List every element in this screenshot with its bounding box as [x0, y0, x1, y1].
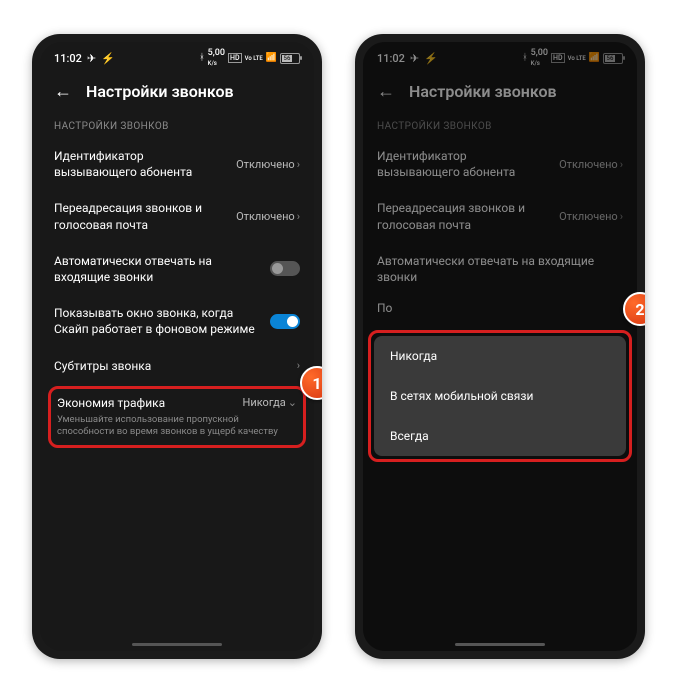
save-data-dropdown: Никогда В сетях мобильной связи Всегда — [374, 336, 626, 456]
option-never[interactable]: Никогда — [374, 336, 626, 376]
volte-icon: Vo LTE — [568, 55, 586, 62]
bluetooth-icon: ᚼ — [522, 53, 527, 63]
battery-icon: 56 — [603, 53, 623, 64]
net-speed: 5,00K/s — [531, 48, 548, 68]
setting-forwarding[interactable]: Переадресация звонков и голосовая почта … — [363, 190, 637, 242]
option-always[interactable]: Всегда — [374, 416, 626, 456]
send-icon: ✈ — [410, 52, 419, 65]
toggle-auto-answer[interactable] — [270, 261, 300, 276]
app-header: ← Настройки звонков — [363, 72, 637, 115]
chevron-right-icon: › — [620, 158, 623, 171]
back-icon[interactable]: ← — [54, 83, 72, 101]
status-bar: 11:02 ✈ ⚡ ᚼ 5,00K/s HD Vo LTE 📶 56 — [40, 42, 314, 72]
section-label: НАСТРОЙКИ ЗВОНКОВ — [40, 115, 314, 138]
bolt-icon: ⚡ — [424, 52, 438, 65]
setting-auto-answer[interactable]: Автоматически отвечать на входящие звонк… — [40, 243, 314, 295]
hd-icon: HD — [551, 53, 565, 63]
page-title: Настройки звонков — [86, 82, 234, 101]
nav-bar-handle[interactable] — [455, 643, 545, 646]
battery-icon: 56 — [280, 53, 300, 64]
chevron-right-icon: › — [297, 158, 300, 171]
bluetooth-icon: ᚼ — [199, 53, 204, 63]
send-icon: ✈ — [87, 52, 96, 65]
status-bar: 11:02 ✈ ⚡ ᚼ 5,00K/s HD Vo LTE 📶 56 — [363, 42, 637, 72]
bolt-icon: ⚡ — [101, 52, 115, 65]
setting-forwarding[interactable]: Переадресация звонков и голосовая почта … — [40, 190, 314, 242]
chevron-right-icon: › — [297, 359, 300, 372]
nav-bar-handle[interactable] — [132, 643, 222, 646]
setting-captions[interactable]: Субтитры звонка › — [40, 348, 314, 384]
chevron-right-icon: › — [620, 210, 623, 223]
setting-save-data-title[interactable]: Экономия трафика — [57, 395, 165, 411]
chevron-right-icon: › — [297, 210, 300, 223]
hd-icon: HD — [228, 53, 242, 63]
phone-frame-right: 11:02 ✈ ⚡ ᚼ 5,00K/s HD Vo LTE 📶 56 ← Нас… — [355, 34, 645, 659]
setting-show-window-partial: По — [363, 295, 637, 317]
setting-save-data-sub: Уменьшайте использование пропускной спос… — [57, 414, 297, 439]
highlight-popup: Никогда В сетях мобильной связи Всегда — [368, 330, 632, 462]
setting-auto-answer[interactable]: Автоматически отвечать на входящие звонк… — [363, 243, 637, 295]
app-header: ← Настройки звонков — [40, 72, 314, 115]
status-time: 11:02 — [377, 52, 405, 65]
setting-show-window[interactable]: Показывать окно звонка, когда Скайп рабо… — [40, 295, 314, 347]
volte-icon: Vo LTE — [245, 55, 263, 62]
net-speed: 5,00K/s — [208, 48, 225, 68]
option-mobile[interactable]: В сетях мобильной связи — [374, 376, 626, 416]
setting-caller-id[interactable]: Идентификатор вызывающего абонента Отклю… — [363, 138, 637, 190]
section-label: НАСТРОЙКИ ЗВОНКОВ — [363, 115, 637, 138]
toggle-show-window[interactable] — [270, 314, 300, 329]
chevron-down-icon: ⌄ — [288, 396, 297, 409]
phone-frame-left: 11:02 ✈ ⚡ ᚼ 5,00K/s HD Vo LTE 📶 56 ← Нас… — [32, 34, 322, 659]
status-time: 11:02 — [54, 52, 82, 65]
highlight-save-data: Экономия трафика Никогда⌄ Уменьшайте исп… — [48, 386, 306, 448]
signal-icon: 📶 — [589, 53, 600, 63]
signal-icon: 📶 — [266, 53, 277, 63]
setting-caller-id[interactable]: Идентификатор вызывающего абонента Отклю… — [40, 138, 314, 190]
page-title: Настройки звонков — [409, 82, 557, 101]
back-icon[interactable]: ← — [377, 83, 395, 101]
